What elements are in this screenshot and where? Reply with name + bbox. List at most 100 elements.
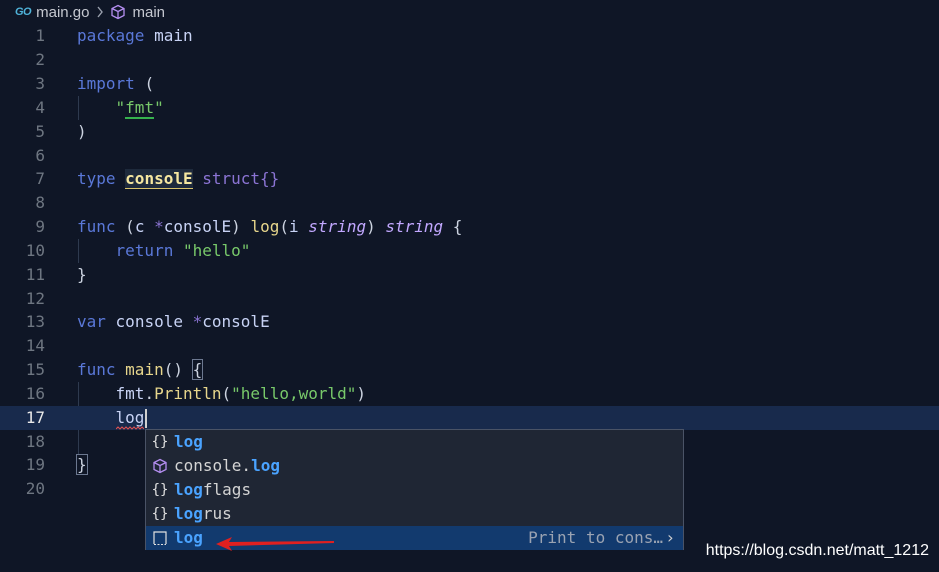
- code-line: 1 package main: [0, 24, 939, 48]
- suggestion-label: log: [174, 526, 203, 550]
- suggestion-item[interactable]: {} log: [146, 430, 683, 454]
- suggestion-rest: flags: [202, 480, 252, 499]
- punctuation: (: [279, 217, 289, 236]
- suggestion-item[interactable]: console.log: [146, 454, 683, 478]
- punctuation: ): [231, 217, 241, 236]
- function-name: main: [125, 360, 164, 379]
- line-number: 16: [25, 384, 45, 403]
- punctuation: (): [163, 360, 183, 379]
- suggestion-item[interactable]: {} logflags: [146, 478, 683, 502]
- suggestion-detail: Print to cons…: [528, 528, 663, 547]
- keyword-type: type: [77, 169, 116, 188]
- suggestion-label: logflags: [174, 478, 251, 502]
- line-number: 2: [35, 50, 45, 69]
- typed-text: log: [115, 408, 145, 427]
- red-arrow-icon: [216, 537, 334, 551]
- suggestion-match: log: [174, 480, 203, 499]
- string-literal: "hello,world": [231, 384, 357, 403]
- receiver-var: c: [134, 217, 145, 236]
- punctuation: .: [144, 384, 155, 403]
- variable-type: consolE: [202, 312, 270, 331]
- code-line: 12: [0, 287, 939, 311]
- method-name: log: [250, 217, 280, 236]
- punctuation: {: [452, 217, 463, 236]
- braces-icon: {}: [151, 482, 169, 498]
- text-cursor: [145, 409, 148, 428]
- matched-brace: {: [191, 359, 204, 380]
- line-number: 19: [25, 455, 45, 474]
- code-line: 2: [0, 48, 939, 72]
- breadcrumb-package[interactable]: main: [133, 4, 166, 21]
- code-line: 9 func (c *consolE) log(i string) string…: [0, 215, 939, 239]
- snippet-icon: [146, 530, 174, 546]
- suggestion-label: logrus: [174, 502, 232, 526]
- line-number: 7: [35, 169, 45, 188]
- punctuation: ): [356, 384, 367, 403]
- watermark: https://blog.csdn.net/matt_1212: [705, 542, 929, 559]
- suggestion-item[interactable]: {} logrus: [146, 502, 683, 526]
- suggestion-rest: rus: [202, 504, 232, 523]
- code-line: 3 import (: [0, 72, 939, 96]
- import-path-fmt: fmt: [125, 98, 155, 119]
- braces-icon: {}: [151, 506, 169, 522]
- code-line: 8: [0, 191, 939, 215]
- current-line: 17 log: [0, 406, 939, 430]
- code-line: 16 fmt.Println("hello,world"): [0, 382, 939, 406]
- punctuation: ): [77, 122, 87, 141]
- receiver-type: consolE: [163, 217, 232, 236]
- line-number: 13: [25, 312, 45, 331]
- line-number: 6: [35, 146, 45, 165]
- code-line: 7 type consolE struct{}: [0, 167, 939, 191]
- autocomplete-suggest-widget[interactable]: {} log console.log {} logflags {} logrus…: [145, 429, 684, 550]
- code-line: 15 func main() {: [0, 358, 939, 382]
- suggestion-match: log: [174, 528, 203, 547]
- line-number: 15: [25, 360, 45, 379]
- line-number: 8: [35, 193, 45, 212]
- return-type: string: [385, 217, 444, 236]
- braces-icon: {}: [151, 434, 169, 450]
- suggestion-label: log: [174, 430, 203, 454]
- breadcrumb-file[interactable]: main.go: [36, 4, 89, 21]
- variable-name: console: [115, 312, 183, 331]
- line-number: 4: [35, 98, 45, 117]
- line-number: 10: [25, 241, 45, 260]
- package-name: main: [154, 26, 193, 45]
- package-ref: fmt: [115, 384, 145, 403]
- keyword-import: import: [77, 74, 135, 93]
- string-literal: "hello": [182, 241, 251, 260]
- punctuation: ): [366, 217, 376, 236]
- param-name: i: [289, 217, 299, 236]
- cube-icon: [110, 4, 126, 20]
- function-call: Println: [154, 384, 222, 403]
- line-number: 5: [35, 122, 45, 141]
- code-line: 10 return "hello": [0, 239, 939, 263]
- punctuation: (: [221, 384, 232, 403]
- punctuation: (: [144, 74, 155, 93]
- keyword-return: return: [115, 241, 174, 260]
- suggestion-prefix: console.: [174, 456, 252, 475]
- line-number: 17: [25, 408, 45, 427]
- keyword-struct: struct: [202, 169, 261, 188]
- keyword-package: package: [77, 26, 145, 45]
- string-quote: ": [115, 98, 126, 117]
- line-number: 3: [35, 74, 45, 93]
- code-line: 6: [0, 144, 939, 168]
- suggestion-match: log: [174, 504, 203, 523]
- code-line: 11 }: [0, 263, 939, 287]
- suggestion-label: console.log: [174, 454, 280, 478]
- line-number: 1: [35, 26, 45, 45]
- breadcrumb: GO main.go main: [0, 0, 939, 24]
- cube-icon: [146, 458, 174, 474]
- go-file-icon: GO: [15, 6, 32, 18]
- suggestion-match: log: [174, 432, 203, 451]
- type-name-highlighted: consolE: [125, 169, 193, 189]
- chevron-right-icon[interactable]: ›: [665, 526, 675, 550]
- punctuation: {}: [260, 169, 280, 188]
- line-number: 9: [35, 217, 45, 236]
- chevron-right-icon: [96, 6, 104, 18]
- keyword-var: var: [77, 312, 106, 331]
- param-type: string: [308, 217, 367, 236]
- line-number: 14: [25, 336, 45, 355]
- code-line: 14: [0, 334, 939, 358]
- pointer-star: *: [192, 312, 203, 331]
